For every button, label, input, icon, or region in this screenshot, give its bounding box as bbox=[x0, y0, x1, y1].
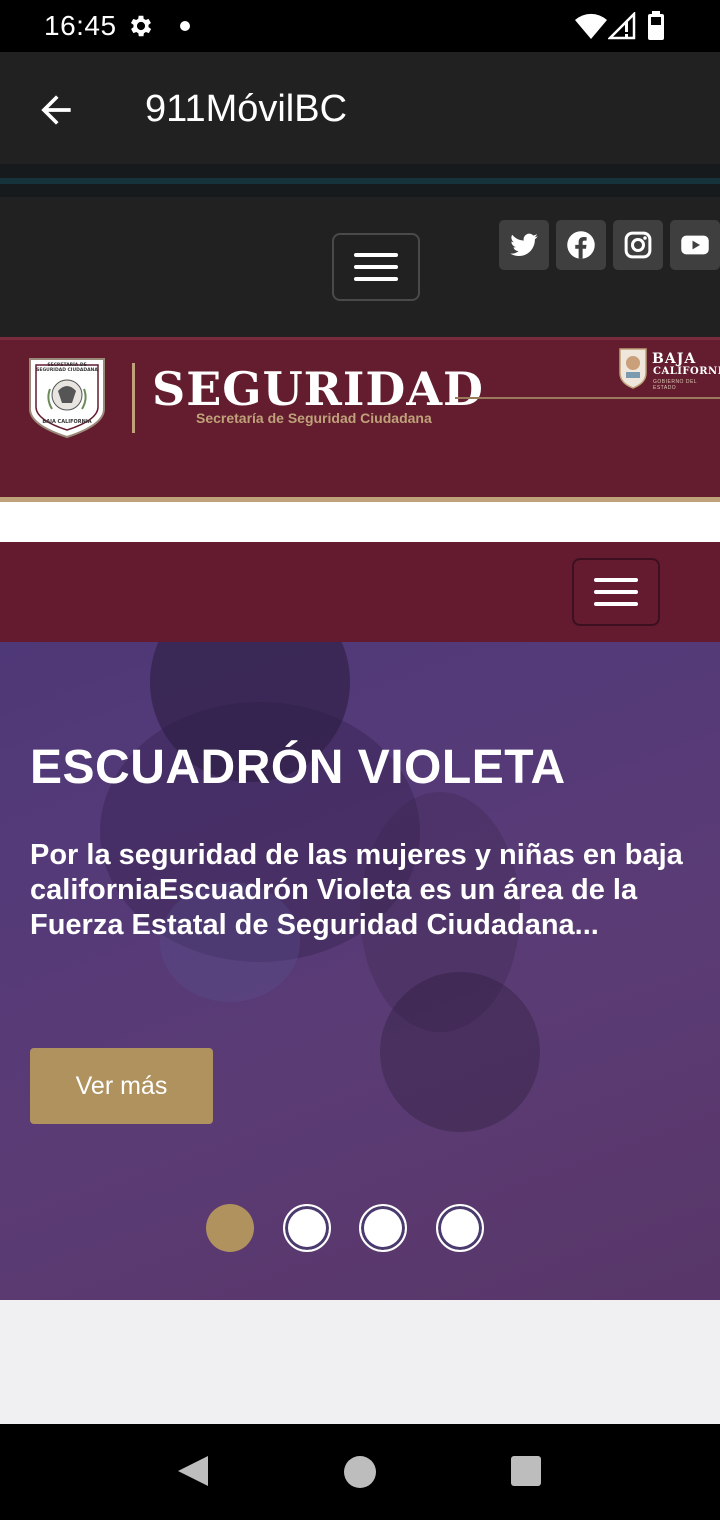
status-time: 16:45 bbox=[44, 10, 117, 41]
header-top-line bbox=[0, 337, 720, 340]
california-subtitle: CALIFORNIA bbox=[653, 366, 720, 377]
hamburger-bar bbox=[594, 602, 638, 606]
status-bar: 16:45 bbox=[0, 0, 720, 52]
main-menu-toggle-button[interactable] bbox=[572, 558, 660, 626]
hamburger-bar bbox=[354, 277, 398, 281]
site-nav-bar bbox=[0, 197, 720, 337]
hamburger-bar bbox=[594, 590, 638, 594]
app-title: 911MóvilBC bbox=[145, 88, 348, 130]
seguridad-subtitle: Secretaría de Seguridad Ciudadana bbox=[196, 410, 432, 426]
signal-icon bbox=[608, 12, 636, 40]
twitter-icon bbox=[510, 233, 538, 257]
page-content-area bbox=[0, 1300, 720, 1424]
app-bar: 911MóvilBC bbox=[0, 52, 720, 164]
hamburger-bar bbox=[354, 253, 398, 257]
secretaria-crest-icon: SECRETARÍA DE SEGURIDAD CIUDADANA BAJA C… bbox=[29, 358, 105, 439]
ver-mas-button[interactable]: Ver más bbox=[30, 1048, 213, 1124]
crest-text-2: SEGURIDAD CIUDADANA bbox=[36, 367, 98, 373]
site-menu-toggle-button[interactable] bbox=[332, 233, 420, 301]
instagram-link[interactable] bbox=[613, 220, 663, 270]
wifi-icon bbox=[575, 13, 607, 40]
instagram-icon bbox=[624, 231, 652, 259]
band-accent-line bbox=[0, 178, 720, 184]
hero-bg-shape bbox=[380, 972, 540, 1132]
hero-carousel[interactable]: ESCUADRÓN VIOLETA Por la seguridad de la… bbox=[0, 642, 720, 1300]
header-gold-rule bbox=[455, 397, 720, 399]
battery-icon bbox=[648, 11, 664, 40]
main-menu-bar bbox=[0, 542, 720, 642]
hero-title: ESCUADRÓN VIOLETA bbox=[30, 741, 566, 794]
crest-text-3: BAJA CALIFORNIA bbox=[42, 419, 91, 425]
facebook-icon bbox=[567, 231, 595, 259]
carousel-dot-3[interactable] bbox=[359, 1204, 407, 1252]
white-spacer bbox=[0, 502, 720, 542]
youtube-icon bbox=[681, 235, 709, 255]
nav-recents-icon[interactable] bbox=[511, 1456, 541, 1486]
carousel-dot-1[interactable] bbox=[206, 1204, 254, 1252]
facebook-link[interactable] bbox=[556, 220, 606, 270]
header-divider bbox=[132, 363, 135, 433]
seguridad-title: SEGURIDAD bbox=[152, 362, 484, 416]
nav-back-icon[interactable] bbox=[176, 1454, 210, 1488]
nav-home-icon[interactable] bbox=[344, 1456, 376, 1488]
system-nav-bar bbox=[0, 1424, 720, 1520]
carousel-dot-2[interactable] bbox=[283, 1204, 331, 1252]
gear-icon bbox=[130, 15, 152, 37]
baja-california-crest-icon bbox=[619, 348, 647, 389]
hero-description: Por la seguridad de las mujeres y niñas … bbox=[30, 839, 683, 941]
twitter-link[interactable] bbox=[499, 220, 549, 270]
notification-dot-icon bbox=[180, 21, 190, 31]
hamburger-bar bbox=[354, 265, 398, 269]
youtube-link[interactable] bbox=[670, 220, 720, 270]
carousel-dot-4[interactable] bbox=[436, 1204, 484, 1252]
arrow-back-icon[interactable] bbox=[34, 88, 78, 132]
baja-title: BAJA bbox=[652, 351, 697, 367]
gobierno-label: GOBIERNO DEL ESTADO bbox=[653, 379, 697, 391]
page-top-band bbox=[0, 164, 720, 197]
hamburger-bar bbox=[594, 578, 638, 582]
